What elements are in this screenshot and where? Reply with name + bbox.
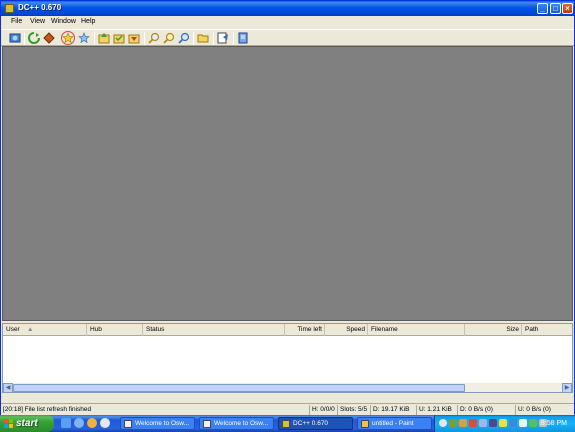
app-icon[interactable] — [5, 4, 14, 13]
browser-icon[interactable] — [100, 418, 110, 428]
toolbar-separator — [94, 32, 95, 45]
toolbar-separator — [233, 32, 234, 45]
column-status[interactable]: Status — [143, 324, 285, 336]
menu-help[interactable]: Help — [81, 18, 95, 25]
close-button[interactable]: × — [562, 3, 573, 14]
status-bar: [20:18] File list refresh finished H: 0/… — [1, 403, 574, 415]
tray-icon[interactable] — [529, 419, 537, 427]
show-desktop-icon[interactable] — [61, 418, 71, 428]
dcpp-icon — [282, 420, 290, 428]
column-user[interactable]: User ▲ — [3, 324, 87, 336]
toolbar — [1, 29, 574, 46]
system-tray: 8:58 PM — [434, 415, 575, 432]
column-user-label: User — [6, 326, 20, 333]
adl-search-icon[interactable] — [178, 32, 190, 44]
taskbar-item-active[interactable]: DC++ 0.670 — [278, 417, 353, 430]
column-hub[interactable]: Hub — [87, 324, 143, 336]
status-hubs: H: 0/0/0 — [309, 405, 335, 415]
window-icon — [203, 420, 211, 428]
column-speed[interactable]: Speed — [325, 324, 368, 336]
status-uploaded: U: 1.21 KiB — [416, 405, 452, 415]
title-bar[interactable]: DC++ 0.670 _ □ × — [1, 1, 574, 16]
column-path[interactable]: Path — [522, 324, 572, 336]
column-time-left[interactable]: Time left — [285, 324, 325, 336]
transfer-list[interactable]: User ▲ Hub Status Time left Speed Filena… — [2, 323, 573, 393]
tray-icon[interactable] — [459, 419, 467, 427]
window-icon — [124, 420, 132, 428]
windows-logo-icon — [4, 419, 13, 428]
menu-bar: File View Window Help — [1, 16, 574, 29]
clock[interactable]: 8:58 PM — [541, 415, 567, 432]
menu-file[interactable]: File — [11, 18, 22, 25]
taskbar-item[interactable]: Welcome to Osw... — [199, 417, 274, 430]
tray-icon[interactable] — [489, 419, 497, 427]
tray-icon[interactable] — [519, 419, 527, 427]
toolbar-separator — [213, 32, 214, 45]
status-download-speed: D: 0 B/s (0) — [457, 405, 493, 415]
column-size[interactable]: Size — [465, 324, 522, 336]
toolbar-separator — [193, 32, 194, 45]
minimize-button[interactable]: _ — [537, 3, 548, 14]
toolbar-separator — [24, 32, 25, 45]
dcpp-window: DC++ 0.670 _ □ × File View Window Help U… — [0, 0, 575, 415]
finished-downloads-icon[interactable] — [113, 32, 125, 44]
search-spy-icon[interactable] — [163, 32, 175, 44]
start-button[interactable]: start — [0, 415, 54, 432]
menu-view[interactable]: View — [30, 18, 45, 25]
favorite-users-icon[interactable] — [78, 32, 90, 44]
status-upload-speed: U: 0 B/s (0) — [515, 405, 551, 415]
tray-icon[interactable] — [479, 419, 487, 427]
tray-expand-icon[interactable] — [439, 419, 447, 427]
column-filename[interactable]: Filename — [368, 324, 465, 336]
transfer-list-header: User ▲ Hub Status Time left Speed Filena… — [3, 324, 572, 336]
open-file-list-icon[interactable] — [197, 32, 209, 44]
sort-arrow-icon: ▲ — [27, 326, 34, 333]
horizontal-scrollbar[interactable]: ◀ ▶ — [3, 382, 572, 393]
taskbar: start Welcome to Osw... Welcome to Osw..… — [0, 415, 575, 432]
toolbar-separator — [144, 32, 145, 45]
tray-icon[interactable] — [449, 419, 457, 427]
paint-icon — [361, 420, 369, 428]
download-queue-icon[interactable] — [98, 32, 110, 44]
tray-icon[interactable] — [469, 419, 477, 427]
taskbar-item-label: DC++ 0.670 — [293, 420, 329, 427]
start-label: start — [16, 418, 38, 429]
taskbar-item-label: Welcome to Osw... — [135, 420, 190, 427]
search-icon[interactable] — [148, 32, 160, 44]
follow-redirect-icon[interactable] — [43, 32, 55, 44]
tray-icon[interactable] — [499, 419, 507, 427]
status-message: [20:18] File list refresh finished — [3, 406, 92, 413]
media-player-icon[interactable] — [87, 418, 97, 428]
taskbar-item-label: Welcome to Osw... — [214, 420, 269, 427]
status-downloaded: D: 19.17 KiB — [370, 405, 410, 415]
mdi-client-area[interactable] — [2, 46, 573, 321]
internet-explorer-icon[interactable] — [74, 418, 84, 428]
upload-queue-icon[interactable] — [128, 32, 140, 44]
settings-icon[interactable] — [217, 32, 229, 44]
notepad-icon[interactable] — [237, 32, 249, 44]
reconnect-icon[interactable] — [28, 32, 40, 44]
maximize-button[interactable]: □ — [550, 3, 561, 14]
menu-window[interactable]: Window — [51, 18, 76, 25]
scroll-left-icon[interactable]: ◀ — [3, 383, 13, 393]
scroll-right-icon[interactable]: ▶ — [562, 383, 572, 393]
tray-icon[interactable] — [509, 419, 517, 427]
taskbar-item[interactable]: Welcome to Osw... — [120, 417, 195, 430]
status-slots: Slots: 5/5 — [337, 405, 367, 415]
taskbar-item-label: untitled - Paint — [372, 420, 414, 427]
scroll-thumb[interactable] — [13, 384, 465, 392]
taskbar-item[interactable]: untitled - Paint — [357, 417, 432, 430]
favorite-hubs-icon[interactable] — [61, 31, 75, 45]
window-title: DC++ 0.670 — [18, 3, 62, 12]
public-hubs-icon[interactable] — [9, 32, 21, 44]
